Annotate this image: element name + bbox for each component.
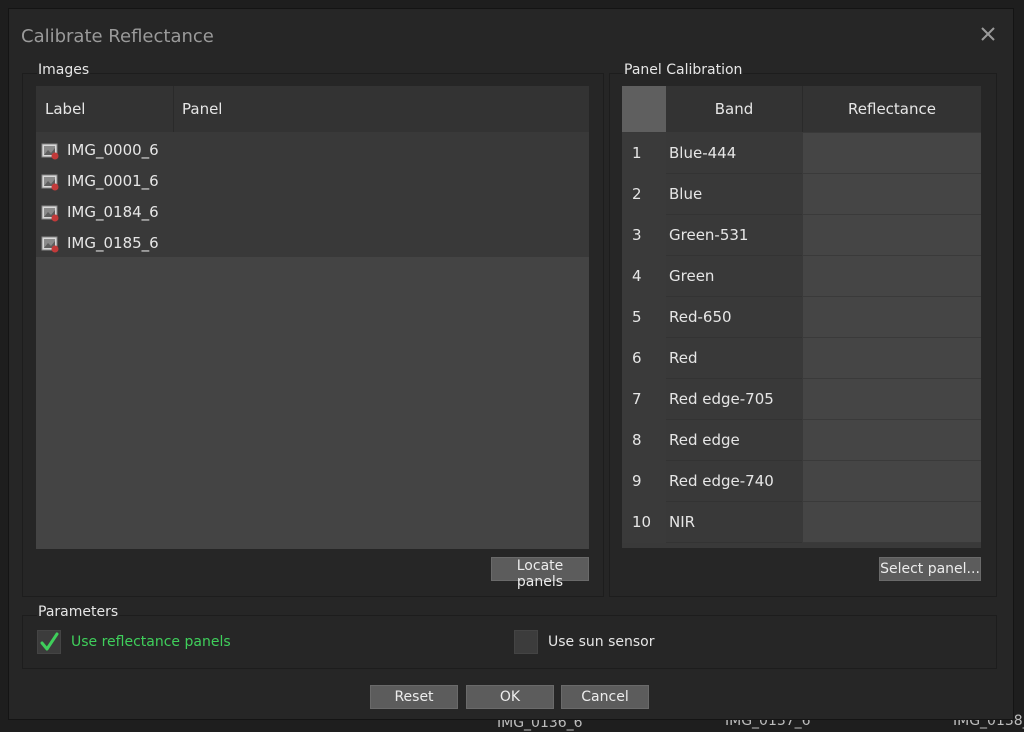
reflectance-cell[interactable] bbox=[803, 174, 981, 215]
image-icon bbox=[41, 143, 59, 160]
row-number: 8 bbox=[622, 420, 666, 461]
image-label: IMG_0185_6 bbox=[67, 234, 159, 252]
images-list: IMG_0000_6 IMG_0001_6 IMG_0184_6 IMG_018… bbox=[36, 132, 589, 257]
column-divider bbox=[173, 86, 174, 132]
band-name: Blue-444 bbox=[666, 133, 802, 174]
image-label: IMG_0184_6 bbox=[67, 203, 159, 221]
select-panel-button[interactable]: Select panel... bbox=[879, 557, 981, 581]
band-row[interactable]: 2 Blue bbox=[622, 174, 981, 215]
calibrate-reflectance-dialog: Calibrate Reflectance Images Label Panel… bbox=[8, 8, 1014, 720]
reflectance-cell[interactable] bbox=[803, 256, 981, 297]
row-number: 1 bbox=[622, 133, 666, 174]
parameters-group-label: Parameters bbox=[37, 604, 120, 620]
column-header-band[interactable]: Band bbox=[666, 86, 802, 132]
image-row[interactable]: IMG_0184_6 bbox=[36, 197, 589, 228]
checkmark-icon bbox=[40, 632, 59, 651]
image-row[interactable]: IMG_0000_6 bbox=[36, 135, 589, 166]
dialog-title: Calibrate Reflectance bbox=[21, 26, 214, 47]
use-sun-sensor-label[interactable]: Use sun sensor bbox=[548, 634, 655, 650]
image-label: IMG_0001_6 bbox=[67, 172, 159, 190]
band-name: Red bbox=[666, 338, 802, 379]
reset-button[interactable]: Reset bbox=[370, 685, 458, 709]
band-row[interactable]: 8 Red edge bbox=[622, 420, 981, 461]
row-number: 3 bbox=[622, 215, 666, 256]
row-number: 4 bbox=[622, 256, 666, 297]
band-row[interactable]: 7 Red edge-705 bbox=[622, 379, 981, 420]
band-name: Red-650 bbox=[666, 297, 802, 338]
band-row[interactable]: 4 Green bbox=[622, 256, 981, 297]
row-number: 2 bbox=[622, 174, 666, 215]
use-reflectance-panels-label[interactable]: Use reflectance panels bbox=[71, 634, 231, 650]
reflectance-cell[interactable] bbox=[803, 461, 981, 502]
image-icon bbox=[41, 174, 59, 191]
use-sun-sensor-checkbox[interactable] bbox=[514, 630, 538, 654]
band-row[interactable]: 3 Green-531 bbox=[622, 215, 981, 256]
panel-calibration-group-label: Panel Calibration bbox=[623, 62, 744, 78]
reflectance-cell[interactable] bbox=[803, 379, 981, 420]
column-header-label[interactable]: Label bbox=[45, 86, 85, 132]
band-name: Red edge-705 bbox=[666, 379, 802, 420]
row-number: 6 bbox=[622, 338, 666, 379]
use-reflectance-panels-checkbox[interactable] bbox=[37, 630, 61, 654]
row-number: 5 bbox=[622, 297, 666, 338]
band-row[interactable]: 6 Red bbox=[622, 338, 981, 379]
cancel-button[interactable]: Cancel bbox=[561, 685, 649, 709]
reflectance-cell[interactable] bbox=[803, 338, 981, 379]
images-group-label: Images bbox=[37, 62, 91, 78]
image-row[interactable]: IMG_0185_6 bbox=[36, 228, 589, 259]
image-label: IMG_0000_6 bbox=[67, 141, 159, 159]
images-table: Label Panel IMG_0000_6 IMG_0001_6 IMG_01… bbox=[36, 86, 589, 549]
band-row[interactable]: 1 Blue-444 bbox=[622, 133, 981, 174]
reflectance-cell[interactable] bbox=[803, 215, 981, 256]
ok-button[interactable]: OK bbox=[466, 685, 554, 709]
row-number: 10 bbox=[622, 502, 666, 543]
band-name: Red edge bbox=[666, 420, 802, 461]
reflectance-cell[interactable] bbox=[803, 420, 981, 461]
reflectance-cell[interactable] bbox=[803, 502, 981, 543]
locate-panels-button[interactable]: Locate panels bbox=[491, 557, 589, 590]
column-header-reflectance[interactable]: Reflectance bbox=[803, 86, 981, 132]
image-icon bbox=[41, 205, 59, 222]
row-number: 9 bbox=[622, 461, 666, 502]
band-name: Red edge-740 bbox=[666, 461, 802, 502]
column-header-panel[interactable]: Panel bbox=[182, 86, 222, 132]
panel-calibration-table: Band Reflectance 1 Blue-444 2 Blue 3 Gre… bbox=[622, 86, 981, 548]
band-name: Blue bbox=[666, 174, 802, 215]
band-name: Green bbox=[666, 256, 802, 297]
panel-calibration-header: Band Reflectance bbox=[666, 86, 981, 132]
close-icon[interactable] bbox=[979, 25, 997, 43]
band-row[interactable]: 9 Red edge-740 bbox=[622, 461, 981, 502]
table-corner[interactable] bbox=[622, 86, 666, 132]
band-row[interactable]: 5 Red-650 bbox=[622, 297, 981, 338]
band-row[interactable]: 10 NIR bbox=[622, 502, 981, 543]
row-number: 7 bbox=[622, 379, 666, 420]
band-name: NIR bbox=[666, 502, 802, 543]
image-row[interactable]: IMG_0001_6 bbox=[36, 166, 589, 197]
images-table-header: Label Panel bbox=[36, 86, 589, 132]
reflectance-cell[interactable] bbox=[803, 133, 981, 174]
image-icon bbox=[41, 236, 59, 253]
reflectance-cell[interactable] bbox=[803, 297, 981, 338]
band-name: Green-531 bbox=[666, 215, 802, 256]
